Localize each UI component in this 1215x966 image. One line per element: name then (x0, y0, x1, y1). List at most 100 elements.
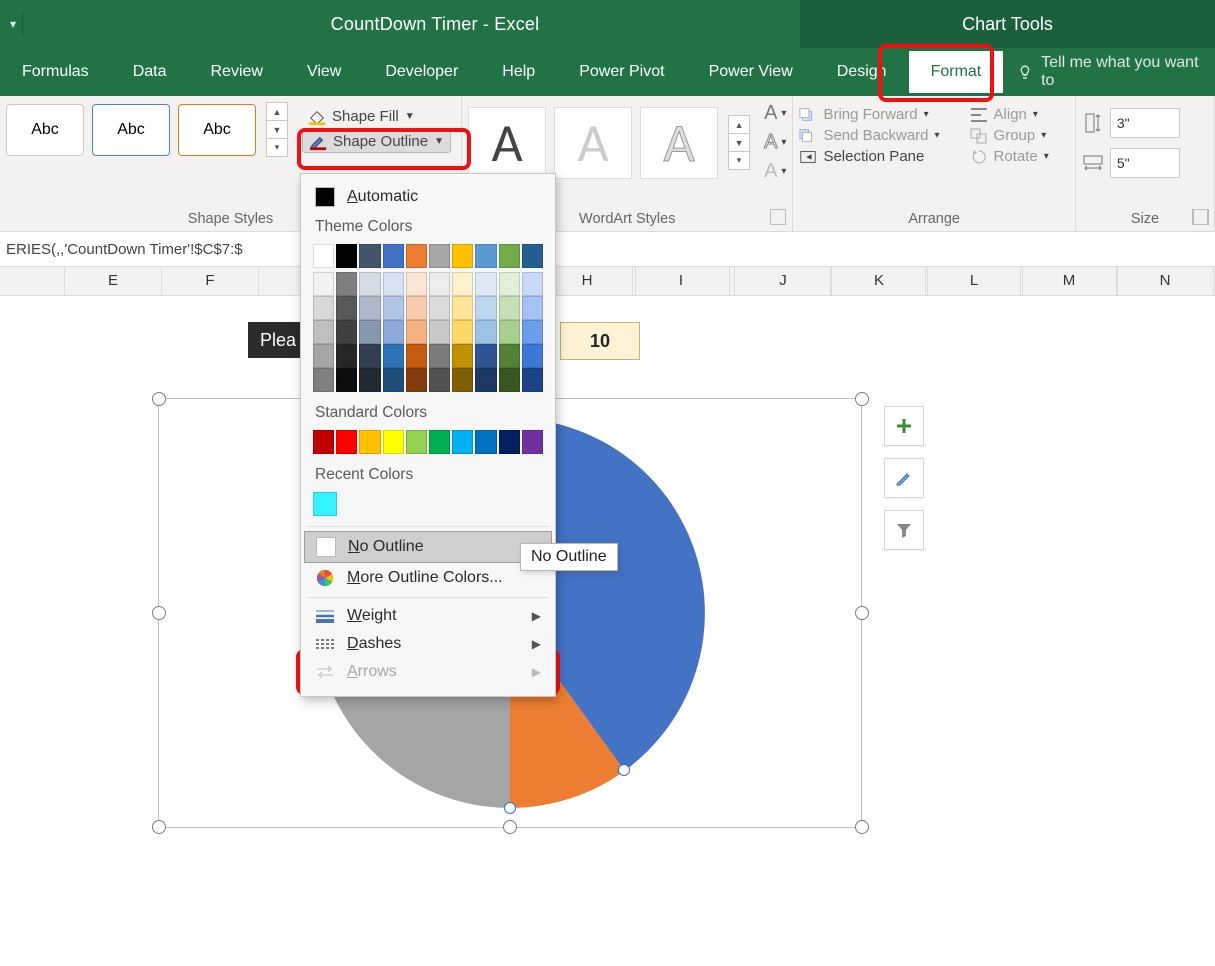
column-header-L[interactable]: L (925, 267, 1023, 295)
color-swatch[interactable] (499, 368, 520, 392)
color-swatch[interactable] (452, 320, 473, 344)
selection-handle[interactable] (855, 820, 869, 834)
selection-handle[interactable] (855, 606, 869, 620)
color-swatch[interactable] (383, 368, 404, 392)
no-outline-item[interactable]: No Outline (304, 531, 552, 563)
color-swatch[interactable] (522, 344, 543, 368)
color-swatch[interactable] (313, 244, 334, 268)
color-swatch[interactable] (359, 296, 380, 320)
bring-forward-button[interactable]: Bring Forward▾ (799, 106, 939, 123)
color-swatch[interactable] (475, 368, 496, 392)
color-swatch[interactable] (313, 296, 334, 320)
dialog-launcher-icon[interactable] (770, 209, 786, 225)
width-control[interactable] (1082, 148, 1208, 178)
color-swatch[interactable] (406, 430, 427, 454)
shape-fill-button[interactable]: Shape Fill ▼ (302, 107, 451, 127)
chart-elements-button[interactable] (884, 406, 924, 446)
group-button[interactable]: Group▾ (970, 127, 1049, 144)
color-swatch[interactable] (522, 430, 543, 454)
color-swatch[interactable] (452, 430, 473, 454)
outline-automatic[interactable]: Automatic (301, 182, 555, 212)
color-swatch[interactable] (429, 344, 450, 368)
color-swatch[interactable] (475, 296, 496, 320)
selection-handle[interactable] (503, 820, 517, 834)
tab-review[interactable]: Review (188, 51, 284, 93)
color-swatch[interactable] (429, 368, 450, 392)
width-input[interactable] (1110, 148, 1180, 178)
selection-pane-button[interactable]: Selection Pane (799, 148, 939, 165)
color-swatch[interactable] (359, 344, 380, 368)
color-swatch[interactable] (383, 244, 404, 268)
color-swatch[interactable] (406, 244, 427, 268)
column-header-J[interactable]: J (734, 267, 832, 295)
color-swatch[interactable] (313, 368, 334, 392)
color-swatch[interactable] (522, 320, 543, 344)
color-swatch[interactable] (522, 368, 543, 392)
color-swatch[interactable] (406, 320, 427, 344)
dashes-submenu[interactable]: Dashes ▶ (301, 630, 555, 658)
selection-handle[interactable] (152, 820, 166, 834)
tab-power-view[interactable]: Power View (687, 51, 815, 93)
color-swatch[interactable] (475, 244, 496, 268)
align-button[interactable]: Align▾ (970, 106, 1049, 123)
send-backward-button[interactable]: Send Backward▾ (799, 127, 939, 144)
color-swatch[interactable] (406, 344, 427, 368)
color-swatch[interactable] (336, 244, 357, 268)
column-header-F[interactable]: F (161, 267, 259, 295)
color-swatch[interactable] (452, 296, 473, 320)
gallery-down-icon[interactable]: ▼ (266, 121, 288, 139)
column-header-K[interactable]: K (830, 267, 928, 295)
wordart-preset-1[interactable]: A (468, 107, 546, 179)
color-swatch[interactable] (359, 244, 380, 268)
color-swatch[interactable] (499, 296, 520, 320)
selection-handle[interactable] (152, 392, 166, 406)
color-swatch[interactable] (359, 272, 380, 296)
color-swatch[interactable] (452, 368, 473, 392)
color-swatch[interactable] (359, 368, 380, 392)
tell-me-search[interactable]: Tell me what you want to (1017, 54, 1215, 90)
color-swatch[interactable] (336, 320, 357, 344)
text-outline-button[interactable]: A▾ (764, 131, 786, 154)
color-swatch[interactable] (499, 272, 520, 296)
color-swatch[interactable] (406, 296, 427, 320)
chart-styles-button[interactable] (884, 458, 924, 498)
column-header-E[interactable]: E (64, 267, 162, 295)
rotate-button[interactable]: Rotate▾ (970, 148, 1049, 165)
color-swatch[interactable] (499, 320, 520, 344)
wordart-preset-2[interactable]: A (554, 107, 632, 179)
color-swatch[interactable] (406, 368, 427, 392)
column-header-N[interactable]: N (1116, 267, 1214, 295)
tab-formulas[interactable]: Formulas (0, 51, 111, 93)
color-swatch[interactable] (336, 296, 357, 320)
color-swatch[interactable] (383, 296, 404, 320)
text-fill-button[interactable]: A▾ (764, 102, 786, 125)
color-swatch[interactable] (522, 244, 543, 268)
shape-style-preset-3[interactable]: Abc (178, 104, 256, 156)
color-swatch[interactable] (383, 344, 404, 368)
countdown-value-cell[interactable]: 10 (560, 322, 640, 360)
wordart-preset-3[interactable]: A (640, 107, 718, 179)
color-swatch[interactable] (313, 272, 334, 296)
tab-developer[interactable]: Developer (363, 51, 480, 93)
gallery-down-icon[interactable]: ▼ (728, 134, 750, 152)
color-swatch[interactable] (522, 272, 543, 296)
color-swatch[interactable] (452, 244, 473, 268)
weight-submenu[interactable]: Weight ▶ (301, 602, 555, 630)
shape-style-preset-2[interactable]: Abc (92, 104, 170, 156)
gallery-more-icon[interactable]: ▾ (266, 139, 288, 157)
text-effects-button[interactable]: A▾ (764, 160, 786, 183)
gallery-up-icon[interactable]: ▲ (266, 102, 288, 121)
color-swatch[interactable] (359, 320, 380, 344)
color-swatch[interactable] (336, 344, 357, 368)
formula-bar[interactable]: ERIES(,,'CountDown Timer'!$C$7:$ (0, 232, 1215, 267)
more-outline-colors-item[interactable]: More Outline Colors... (301, 563, 555, 593)
column-header-I[interactable]: I (632, 267, 730, 295)
tab-power-pivot[interactable]: Power Pivot (557, 51, 686, 93)
color-swatch[interactable] (406, 272, 427, 296)
height-input[interactable] (1110, 108, 1180, 138)
tab-data[interactable]: Data (111, 51, 189, 93)
color-swatch[interactable] (313, 344, 334, 368)
column-header-M[interactable]: M (1020, 267, 1118, 295)
color-swatch[interactable] (475, 272, 496, 296)
height-control[interactable] (1082, 108, 1208, 138)
